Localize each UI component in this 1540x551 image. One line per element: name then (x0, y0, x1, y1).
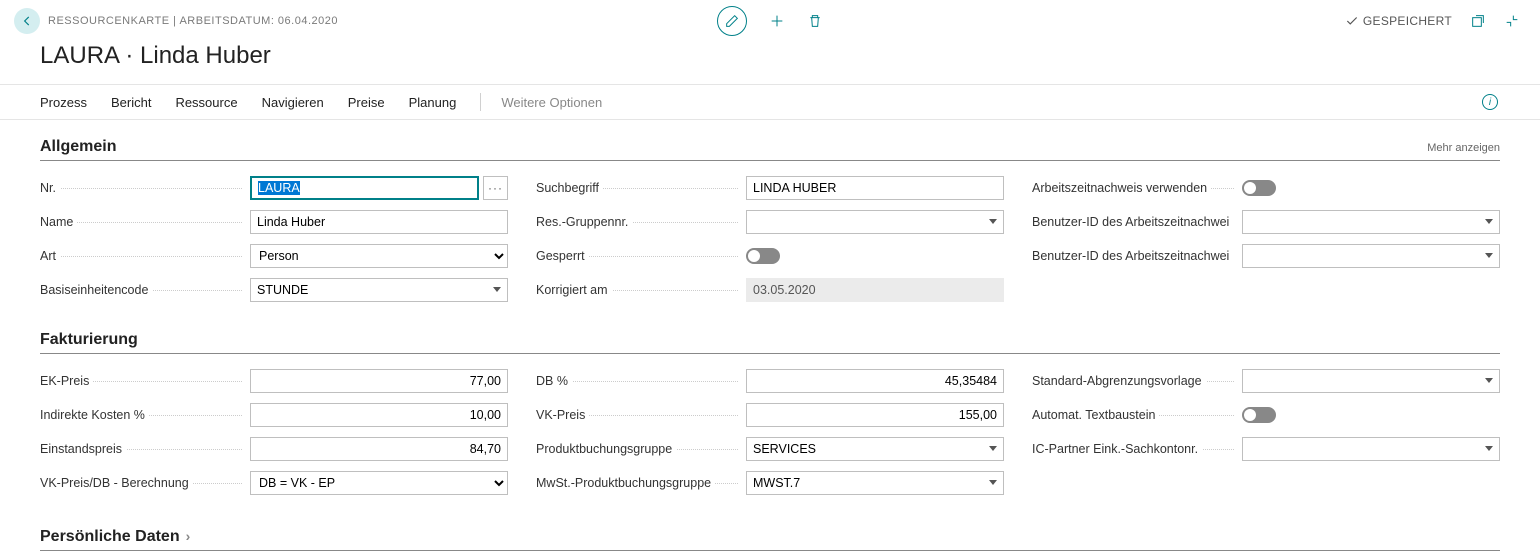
art-select[interactable]: Person (250, 244, 508, 268)
collapse-icon[interactable] (1504, 13, 1520, 29)
nr-lookup-button[interactable]: ··· (483, 176, 508, 200)
info-icon[interactable]: i (1482, 94, 1498, 110)
db-label: DB % (536, 374, 572, 388)
icpart-input[interactable] (1242, 437, 1500, 461)
back-button[interactable] (14, 8, 40, 34)
menu-ressource[interactable]: Ressource (163, 85, 249, 119)
indk-label: Indirekte Kosten % (40, 408, 149, 422)
section-fakturierung-title[interactable]: Fakturierung (40, 331, 138, 349)
korr-value: 03.05.2020 (746, 278, 1004, 302)
name-label: Name (40, 215, 77, 229)
mwst-label: MwSt.-Produktbuchungsgruppe (536, 476, 715, 490)
vk-input[interactable] (746, 403, 1004, 427)
einst-label: Einstandspreis (40, 442, 126, 456)
stdabgr-input[interactable] (1242, 369, 1500, 393)
benid2-label: Benutzer-ID des Arbeitszeitnachweis... (1032, 249, 1242, 263)
menu-bericht[interactable]: Bericht (99, 85, 163, 119)
saved-status: GESPEICHERT (1345, 14, 1452, 28)
popout-icon[interactable] (1470, 13, 1486, 29)
mwst-input[interactable] (746, 471, 1004, 495)
menu-preise[interactable]: Preise (336, 85, 397, 119)
trash-icon[interactable] (807, 13, 823, 29)
such-input[interactable] (746, 176, 1004, 200)
einst-input[interactable] (250, 437, 508, 461)
section-allgemein-title[interactable]: Allgemein (40, 138, 116, 156)
prodbg-label: Produktbuchungsgruppe (536, 442, 676, 456)
nr-label: Nr. (40, 181, 60, 195)
benid1-label: Benutzer-ID des Arbeitszeitnachweis... (1032, 215, 1242, 229)
menu-bar: Prozess Bericht Ressource Navigieren Pre… (0, 84, 1540, 120)
db-input[interactable] (746, 369, 1004, 393)
plus-icon[interactable] (769, 13, 785, 29)
icpart-label: IC-Partner Eink.-Sachkontonr. (1032, 442, 1202, 456)
gesperrt-toggle[interactable] (746, 248, 780, 264)
az-label: Arbeitszeitnachweis verwenden (1032, 181, 1211, 195)
basis-input[interactable] (250, 278, 508, 302)
autotext-toggle[interactable] (1242, 407, 1276, 423)
pencil-icon (724, 13, 740, 29)
name-input[interactable] (250, 210, 508, 234)
art-label: Art (40, 249, 60, 263)
menu-planung[interactable]: Planung (397, 85, 469, 119)
edit-button[interactable] (717, 6, 747, 36)
benid2-input[interactable] (1242, 244, 1500, 268)
stdabgr-label: Standard-Abgrenzungsvorlage (1032, 374, 1206, 388)
section-personal-title[interactable]: Persönliche Daten (40, 528, 190, 546)
nr-input[interactable] (250, 176, 479, 200)
menu-prozess[interactable]: Prozess (40, 85, 99, 119)
autotext-label: Automat. Textbaustein (1032, 408, 1159, 422)
menu-more[interactable]: Weitere Optionen (489, 85, 614, 119)
resgrp-input[interactable] (746, 210, 1004, 234)
page-title: LAURA · Linda Huber (0, 40, 1540, 84)
korr-label: Korrigiert am (536, 283, 612, 297)
benid1-input[interactable] (1242, 210, 1500, 234)
vk-label: VK-Preis (536, 408, 589, 422)
menu-navigieren[interactable]: Navigieren (250, 85, 336, 119)
show-more-link[interactable]: Mehr anzeigen (1427, 142, 1500, 154)
ek-label: EK-Preis (40, 374, 93, 388)
vkcalc-select[interactable]: DB = VK - EP (250, 471, 508, 495)
resgrp-label: Res.-Gruppennr. (536, 215, 632, 229)
such-label: Suchbegriff (536, 181, 603, 195)
az-toggle[interactable] (1242, 180, 1276, 196)
gesperrt-label: Gesperrt (536, 249, 589, 263)
vkcalc-label: VK-Preis/DB - Berechnung (40, 476, 193, 490)
indk-input[interactable] (250, 403, 508, 427)
breadcrumb: RESSOURCENKARTE | ARBEITSDATUM: 06.04.20… (48, 15, 338, 27)
ek-input[interactable] (250, 369, 508, 393)
basis-label: Basiseinheitencode (40, 283, 152, 297)
check-icon (1345, 14, 1359, 28)
prodbg-input[interactable] (746, 437, 1004, 461)
